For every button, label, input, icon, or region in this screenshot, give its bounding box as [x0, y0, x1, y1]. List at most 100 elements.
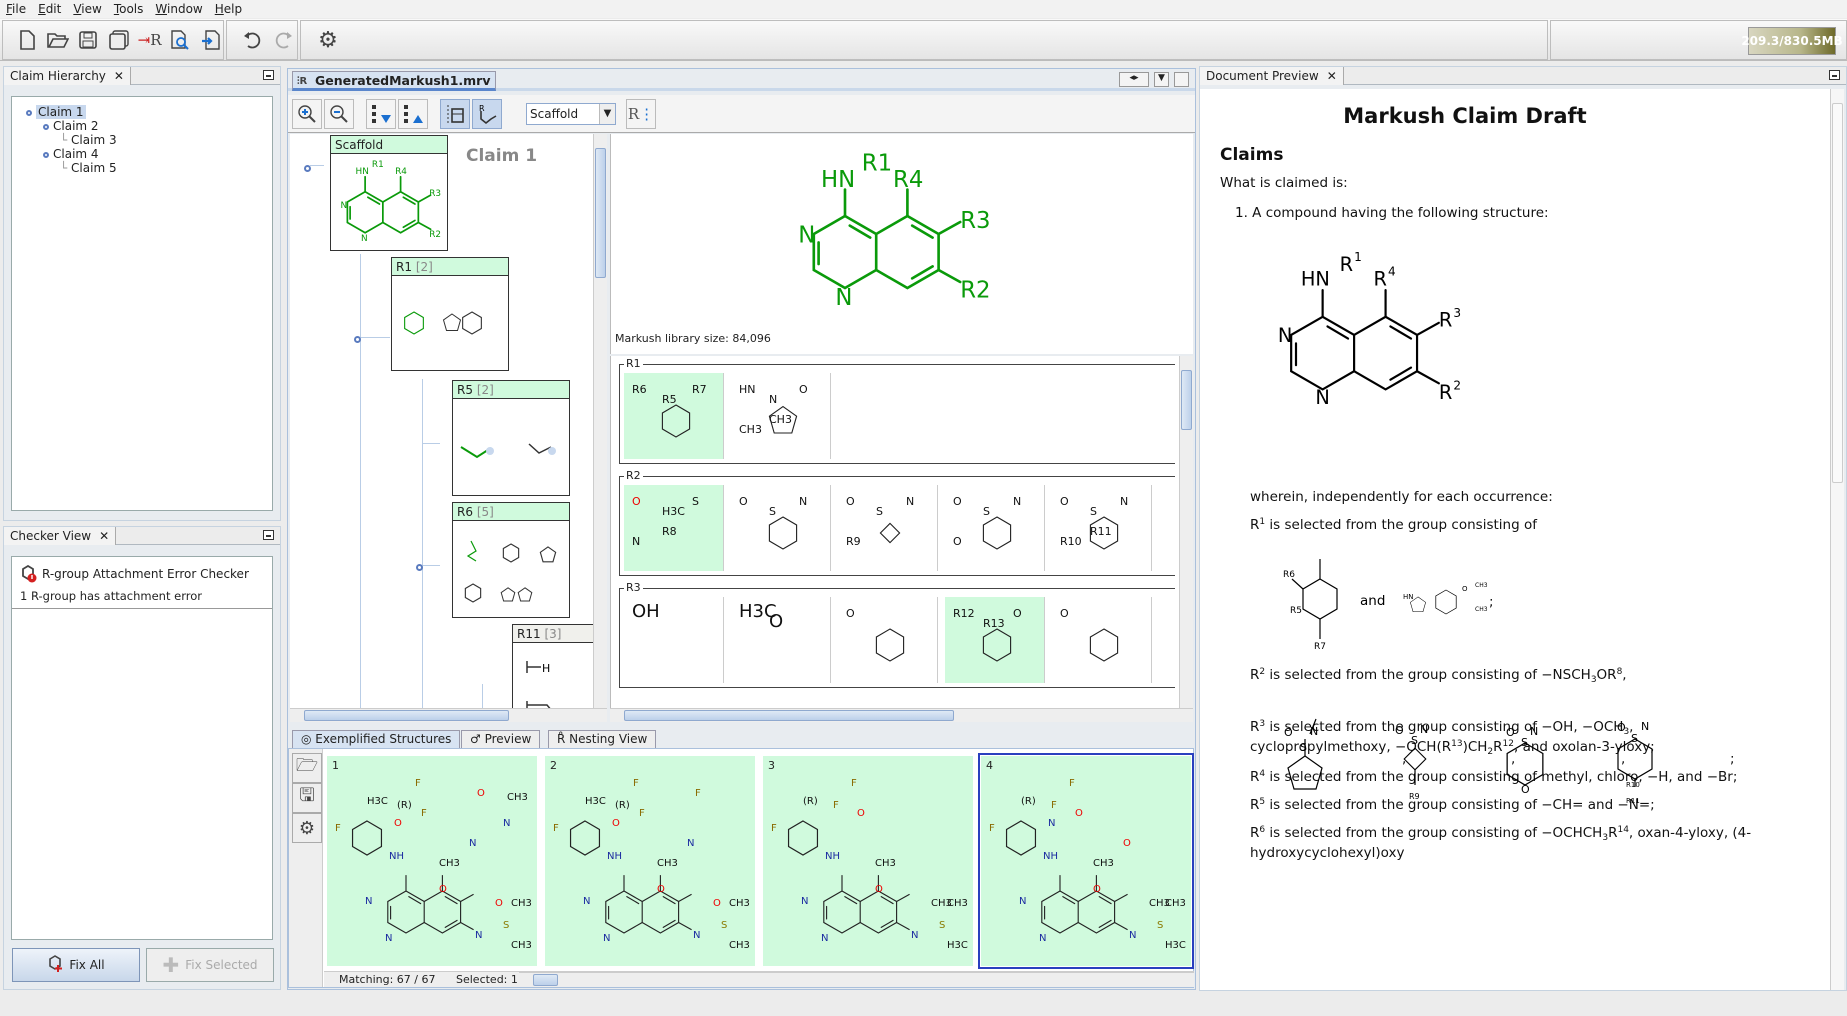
tree-box-r1[interactable]: R1 [2]	[391, 257, 509, 371]
tree-box-r6[interactable]: R6 [5]	[452, 502, 570, 618]
exemplified-structure-card[interactable]: 1 F NH N N CH3 O N S O CH3 CH3 H3C (R) F F O N O N CH3	[327, 756, 537, 966]
undo-icon[interactable]	[239, 25, 265, 55]
checker-view-tab[interactable]: Checker View ✕	[4, 527, 117, 545]
rgroup-member[interactable]: O S N R9	[838, 485, 938, 571]
rgroup-member[interactable]: O H3C S N R8	[624, 485, 724, 571]
claim-tree-item[interactable]: Claim 1	[12, 105, 272, 119]
settings-icon[interactable]: ⚙	[313, 25, 343, 55]
menu-help[interactable]: Help	[209, 0, 248, 18]
rgroup-vertical-scrollbar[interactable]	[1179, 356, 1193, 708]
menu-view[interactable]: View	[67, 0, 107, 18]
checker-item[interactable]: R-group Attachment Error Checker 1 R-gro…	[12, 557, 272, 609]
layout-view-icon[interactable]	[440, 98, 470, 129]
close-icon[interactable]: ✕	[99, 529, 109, 543]
minimize-icon[interactable]	[263, 530, 274, 540]
tree-node-pin-icon[interactable]	[304, 161, 315, 175]
svg-text:O: O	[1506, 726, 1515, 739]
memory-indicator[interactable]: 209.3/830.5MB	[1741, 27, 1843, 55]
open-folder-icon[interactable]	[46, 25, 71, 55]
fix-all-button[interactable]: Fix All	[12, 948, 140, 982]
tree-box-scaffold[interactable]: Scaffold HN R1 R4 R3 R2 N N	[330, 135, 448, 251]
document-preview-tab[interactable]: Document Preview ✕	[1200, 67, 1344, 85]
close-icon[interactable]: ✕	[1327, 69, 1337, 83]
rgroup-member[interactable]: HN N O CH3 CH3	[731, 373, 831, 459]
tree-node-pin-icon[interactable]	[354, 332, 365, 346]
claim-tree-item[interactable]: Claim 2	[12, 119, 272, 133]
import-icon[interactable]	[198, 25, 223, 55]
atom-label: F	[421, 808, 427, 819]
menu-window[interactable]: Window	[149, 0, 208, 18]
claim-tree-item[interactable]: └ Claim 3	[12, 133, 272, 147]
editor-tab[interactable]: ⫶R GeneratedMarkush1.mrv x	[292, 71, 496, 105]
svg-text:HN: HN	[356, 167, 369, 177]
exemplified-structure-card[interactable]: 3 F NH N N CH3 O N S CH3 CH3 H3C (R) F F O	[763, 756, 973, 966]
rgroup-member[interactable]: OSN	[731, 485, 831, 571]
structures-horizontal-scrollbar[interactable]	[519, 972, 1194, 987]
tree-node-pin-icon[interactable]	[416, 560, 427, 574]
save-all-icon[interactable]	[107, 25, 132, 55]
rgroup-member-structure: HN N O CH3 CH3	[739, 383, 808, 436]
matching-count: Matching: 67 / 67	[339, 973, 436, 986]
open-folder-icon[interactable]: 🗁	[292, 753, 322, 783]
zoom-out-icon[interactable]	[324, 98, 354, 129]
save-edit-icon[interactable]: 🖫	[292, 783, 322, 813]
svg-text:R: R	[1439, 381, 1452, 404]
minimize-icon[interactable]	[1829, 70, 1840, 80]
tree-horizontal-scrollbar[interactable]	[290, 708, 607, 722]
rgroup-member[interactable]: H3C O	[731, 597, 831, 683]
rgroup-member[interactable]: R6 R5 R7	[624, 373, 724, 459]
tab-nesting-view[interactable]: R̊ Nesting View	[548, 730, 657, 748]
tab-scroll-arrows[interactable]: ◂▸	[1119, 72, 1149, 87]
claim-tree-item[interactable]: Claim 4	[12, 147, 272, 161]
new-file-icon[interactable]	[15, 25, 40, 55]
r-group-definition-icon[interactable]: R ⋮	[626, 98, 656, 129]
rgroup-member[interactable]: R12 R13 O	[945, 597, 1045, 683]
tree-box-r5[interactable]: R5 [2]	[452, 380, 570, 496]
atom-label: O	[394, 818, 402, 829]
atom-label: N	[693, 930, 700, 941]
atom-label: N	[687, 838, 694, 849]
save-icon[interactable]	[76, 25, 101, 55]
exemplified-structure-card[interactable]: 2 F NH N N CH3 O N S O CH3 CH3 H3C (R) F F O N F	[545, 756, 755, 966]
separator: ,	[1511, 751, 1516, 767]
claim-hierarchy-tab[interactable]: Claim Hierarchy ✕	[4, 67, 131, 85]
chevron-down-icon[interactable]: ▼	[599, 103, 615, 124]
claim-tree-item[interactable]: └ Claim 5	[12, 161, 272, 175]
menu-tools[interactable]: Tools	[108, 0, 150, 18]
paragraph-text: R	[1250, 769, 1260, 785]
section-heading: Claims	[1220, 145, 1284, 165]
settings-icon[interactable]: ⚙	[292, 813, 322, 843]
inspect-icon[interactable]	[168, 25, 193, 55]
collapse-all-icon[interactable]	[398, 98, 428, 129]
maximize-icon[interactable]	[1174, 72, 1189, 87]
close-icon[interactable]: ✕	[114, 69, 124, 83]
tab-exemplified-structures[interactable]: ◎ Exemplified Structures	[292, 730, 461, 748]
rgroup-member[interactable]: O	[1052, 597, 1152, 683]
rgroup-member[interactable]: O S N O	[945, 485, 1045, 571]
menu-edit[interactable]: Edit	[32, 0, 67, 18]
expand-all-icon[interactable]	[366, 98, 396, 129]
tab-list-dropdown[interactable]: ▼	[1154, 72, 1169, 87]
atom-label: S	[1157, 920, 1163, 931]
document-vertical-scrollbar[interactable]	[1830, 89, 1844, 990]
atom-label: R5	[662, 393, 677, 406]
fix-selected-button[interactable]: ✚ Fix Selected	[146, 948, 274, 982]
tab-preview[interactable]: ♂ Preview	[461, 730, 541, 748]
rgroup-member[interactable]: O S N R10 R11	[1052, 485, 1152, 571]
structure-view-icon[interactable]: R	[472, 98, 502, 129]
rgroup-horizontal-scrollbar[interactable]	[610, 708, 1193, 722]
view-select[interactable]: Scaffold ▼	[526, 102, 616, 125]
svg-text:N: N	[798, 222, 815, 248]
rgroup-member[interactable]: O	[838, 597, 938, 683]
claim-paragraph: R6 is selected from the group consisting…	[1250, 825, 1751, 843]
r-group-icon[interactable]: ⇥ R	[137, 25, 162, 55]
tree-vertical-scrollbar[interactable]	[593, 134, 607, 708]
minimize-icon[interactable]	[263, 70, 274, 80]
menu-file[interactable]: File	[0, 0, 32, 18]
tree-box-r11[interactable]: R11 [3] H	[512, 624, 593, 708]
redo-icon[interactable]	[271, 25, 297, 55]
panel-title: Checker View	[10, 529, 92, 543]
exemplified-structure-card[interactable]: 4 F NH N N CH3 O N S CH3 CH3 H3C (R) F F O N O	[978, 753, 1194, 969]
zoom-in-icon[interactable]	[292, 98, 322, 129]
rgroup-member[interactable]: OH	[624, 597, 724, 683]
